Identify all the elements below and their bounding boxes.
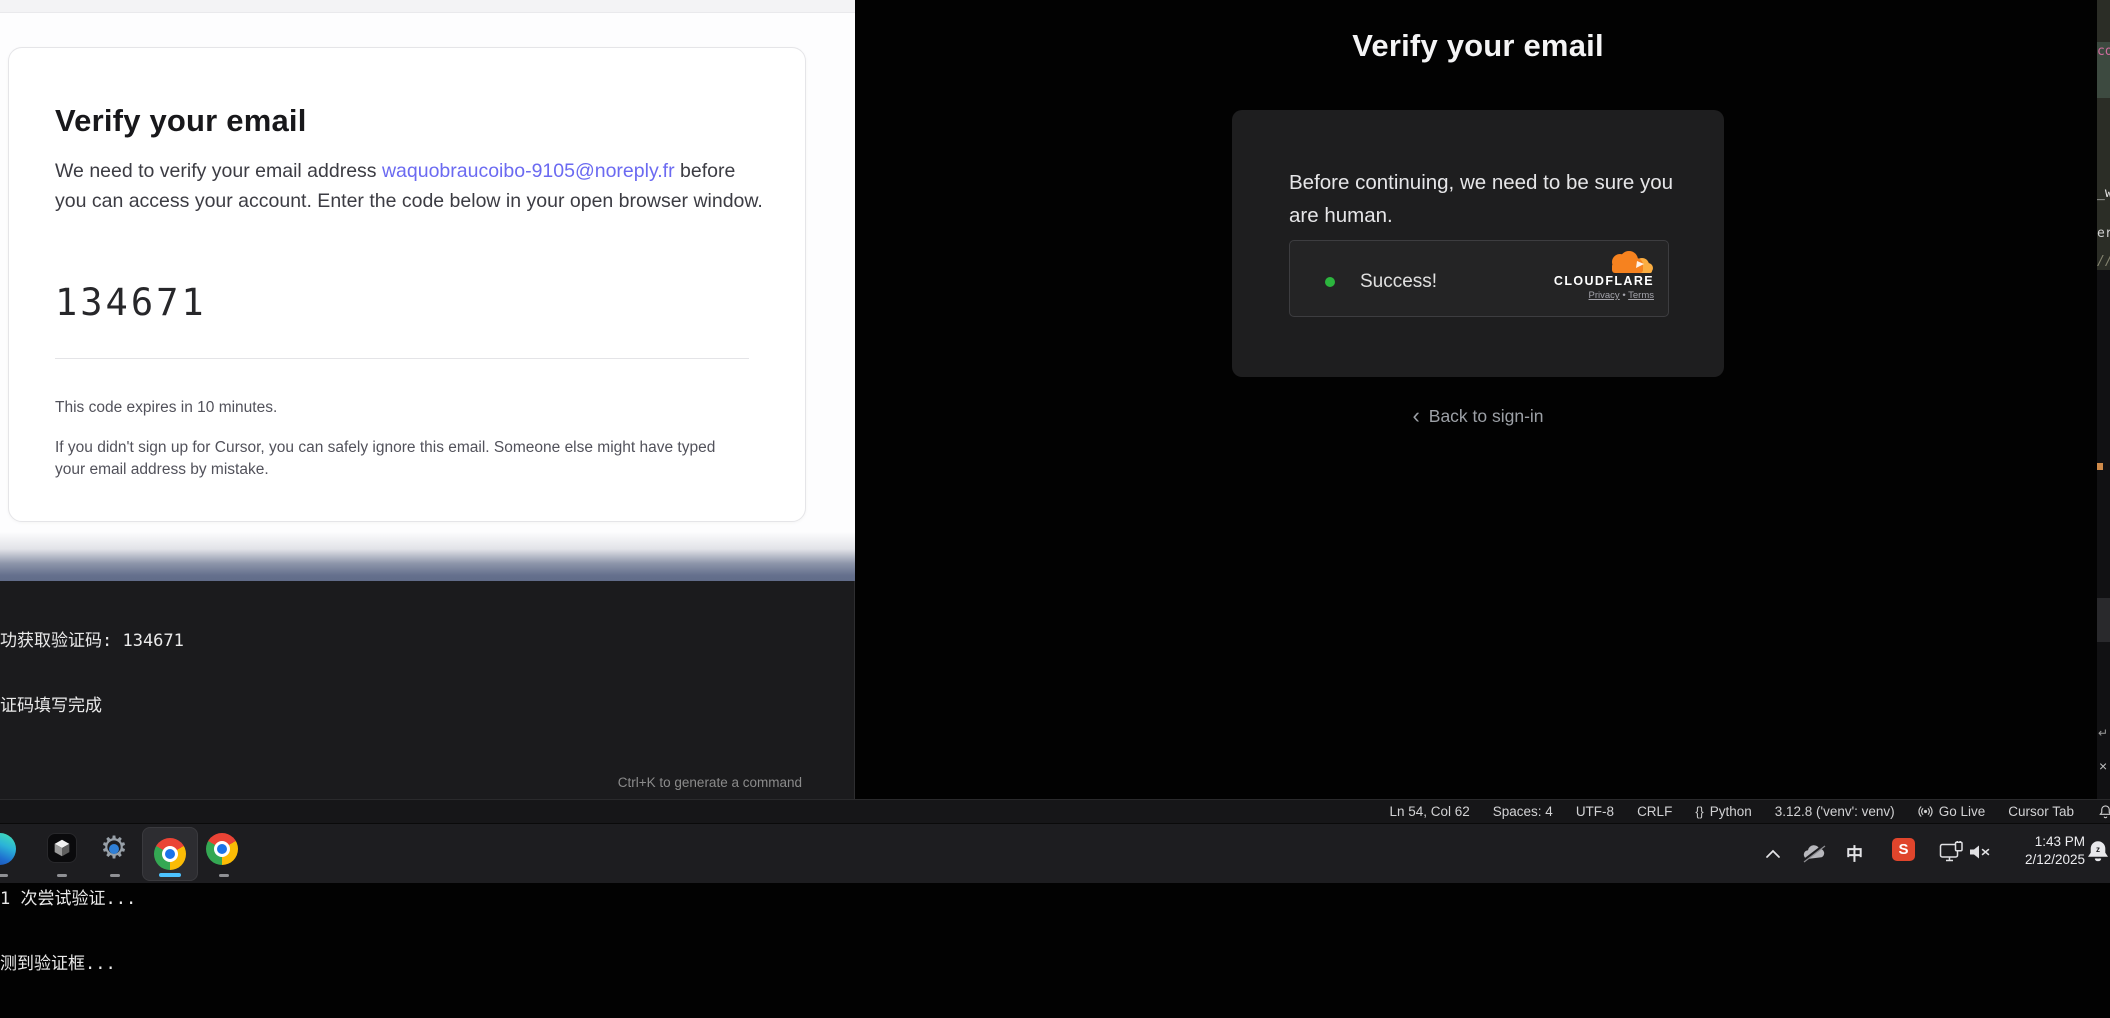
language-label: Python [1710,804,1752,819]
braces-icon: {} [1695,805,1703,819]
onedrive-offline-icon[interactable] [1800,843,1827,868]
terminal-line [0,760,228,782]
chrome-active-taskbar-icon[interactable] [142,827,198,881]
desktop-screenshot: { "email_window": { "card": { "title": "… [0,0,2110,883]
code-fragment: co [2097,44,2110,59]
email-footer-note: If you didn't sign up for Cursor, you ca… [55,437,727,481]
running-indicator [0,874,8,877]
cloudflare-wordmark: CLOUDFLARE [1544,274,1654,288]
taskbar-clock[interactable]: 1:43 PM 2/12/2025 [2025,833,2085,869]
cursor-tab-label: Cursor Tab [2008,804,2074,819]
terminal-line: 证码填写完成 [0,696,228,718]
verify-subtitle: Before continuing, we need to be sure yo… [1289,166,1681,232]
settings-taskbar-icon[interactable]: ⚙ [97,831,131,865]
ctrl-k-hint: Ctrl+K to generate a command [618,775,802,790]
back-to-signin-label: Back to sign-in [1429,406,1544,427]
verification-code: 134671 [55,281,207,324]
chevron-left-icon: ‹ [1412,406,1419,426]
email-address-link[interactable]: waquobraucoibo-9105@noreply.fr [382,160,675,182]
turnstile-links: Privacy • Terms [1544,290,1654,301]
code-fragment: er [2097,226,2110,241]
indentation-indicator[interactable]: Spaces: 4 [1493,804,1553,819]
email-body-text: We need to verify your email address waq… [55,156,767,216]
email-title: Verify your email [55,103,755,139]
terminal-panel[interactable]: 功获取验证码: 134671 证码填写完成 在处理 Turnstile 验证..… [0,581,855,799]
go-live-button[interactable]: Go Live [1918,804,1986,819]
chrome-icon [154,838,186,870]
code-fragment: _w [2097,186,2110,201]
cursor-position-label: Ln 54, Col 62 [1389,804,1469,819]
ime-language-indicator[interactable]: 中 [1846,840,1863,865]
code-fragment: // [2097,254,2110,269]
interpreter-label: 3.12.8 ('venv': venv) [1775,804,1895,819]
terms-link[interactable]: Terms [1628,290,1654,301]
email-viewer-window: Verify your email We need to verify your… [0,0,900,581]
encoding-indicator[interactable]: UTF-8 [1576,804,1614,819]
links-separator: • [1622,290,1625,301]
python-interpreter-indicator[interactable]: 3.12.8 ('venv': venv) [1775,804,1895,819]
cube-app-taskbar-icon[interactable] [47,833,77,863]
right-edge-window-sliver: co _w er // ↵ × [2097,0,2110,799]
browser-verify-page: Verify your email Before continuing, we … [855,0,2110,799]
turnstile-status-text: Success! [1360,271,1437,293]
editor-sliver: co _w er // [2097,0,2110,270]
enter-key-icon: ↵ [2098,726,2108,740]
cloudflare-cloud-icon [1604,250,1654,275]
gear-center-dot [109,844,119,854]
success-status-dot [1325,277,1335,287]
go-live-label: Go Live [1939,804,1986,819]
indentation-label: Spaces: 4 [1493,804,1553,819]
snipaste-letter: S [1898,841,1908,858]
verify-page-title: Verify your email [1232,28,1724,64]
back-to-signin-link[interactable]: ‹ Back to sign-in [1232,402,1724,430]
privacy-link[interactable]: Privacy [1589,290,1620,301]
display-plug-icon[interactable] [1939,841,1965,868]
tray-time: 1:43 PM [2025,833,2085,851]
edge-taskbar-icon[interactable] [0,833,16,865]
cursor-position-indicator[interactable]: Ln 54, Col 62 [1389,804,1469,819]
terminal-line: 测到验证框... [0,954,228,976]
terminal-line: 1 次尝试验证... [0,889,228,911]
cursor-tab-indicator[interactable]: Cursor Tab [2008,804,2074,819]
tray-chevron-up-icon[interactable] [1765,846,1781,864]
running-indicator [219,874,229,877]
code-expiry-note: This code expires in 10 minutes. [55,399,755,417]
volume-muted-icon[interactable] [1968,843,1992,866]
tray-date: 2/12/2025 [2025,851,2085,869]
email-divider [55,358,749,359]
email-message-card: Verify your email We need to verify your… [8,47,806,522]
turnstile-widget[interactable]: Success! CLOUDFLARE [1289,240,1669,317]
encoding-label: UTF-8 [1576,804,1614,819]
terminal-line: 功获取验证码: 134671 [0,631,228,653]
cloudflare-branding: CLOUDFLARE Privacy • Terms [1544,250,1654,301]
notification-bell-dnd-icon[interactable]: z [2086,839,2110,870]
eol-indicator[interactable]: CRLF [1637,804,1672,819]
close-icon[interactable]: × [2099,758,2107,774]
snipaste-tray-icon[interactable]: S [1892,838,1915,861]
running-indicator [110,874,120,877]
cube-icon [51,837,73,859]
broadcast-icon [1918,805,1933,818]
editor-orange-mark [2097,463,2103,470]
email-body-prefix: We need to verify your email address [55,160,382,182]
verify-card: Before continuing, we need to be sure yo… [1232,110,1724,377]
chrome-taskbar-icon[interactable] [206,833,238,865]
dialog-sliver [2097,598,2110,642]
notifications-bell-icon[interactable] [2098,804,2110,822]
windows-taskbar: ⚙ 中 S [0,823,2110,883]
email-window-top-strip [0,0,886,13]
language-mode-indicator[interactable]: {} Python [1695,804,1751,819]
eol-label: CRLF [1637,804,1672,819]
running-indicator [57,874,67,877]
vscode-status-bar: Ln 54, Col 62 Spaces: 4 UTF-8 CRLF {} Py… [0,799,2110,823]
svg-text:z: z [2096,845,2100,854]
active-app-indicator [159,873,181,877]
